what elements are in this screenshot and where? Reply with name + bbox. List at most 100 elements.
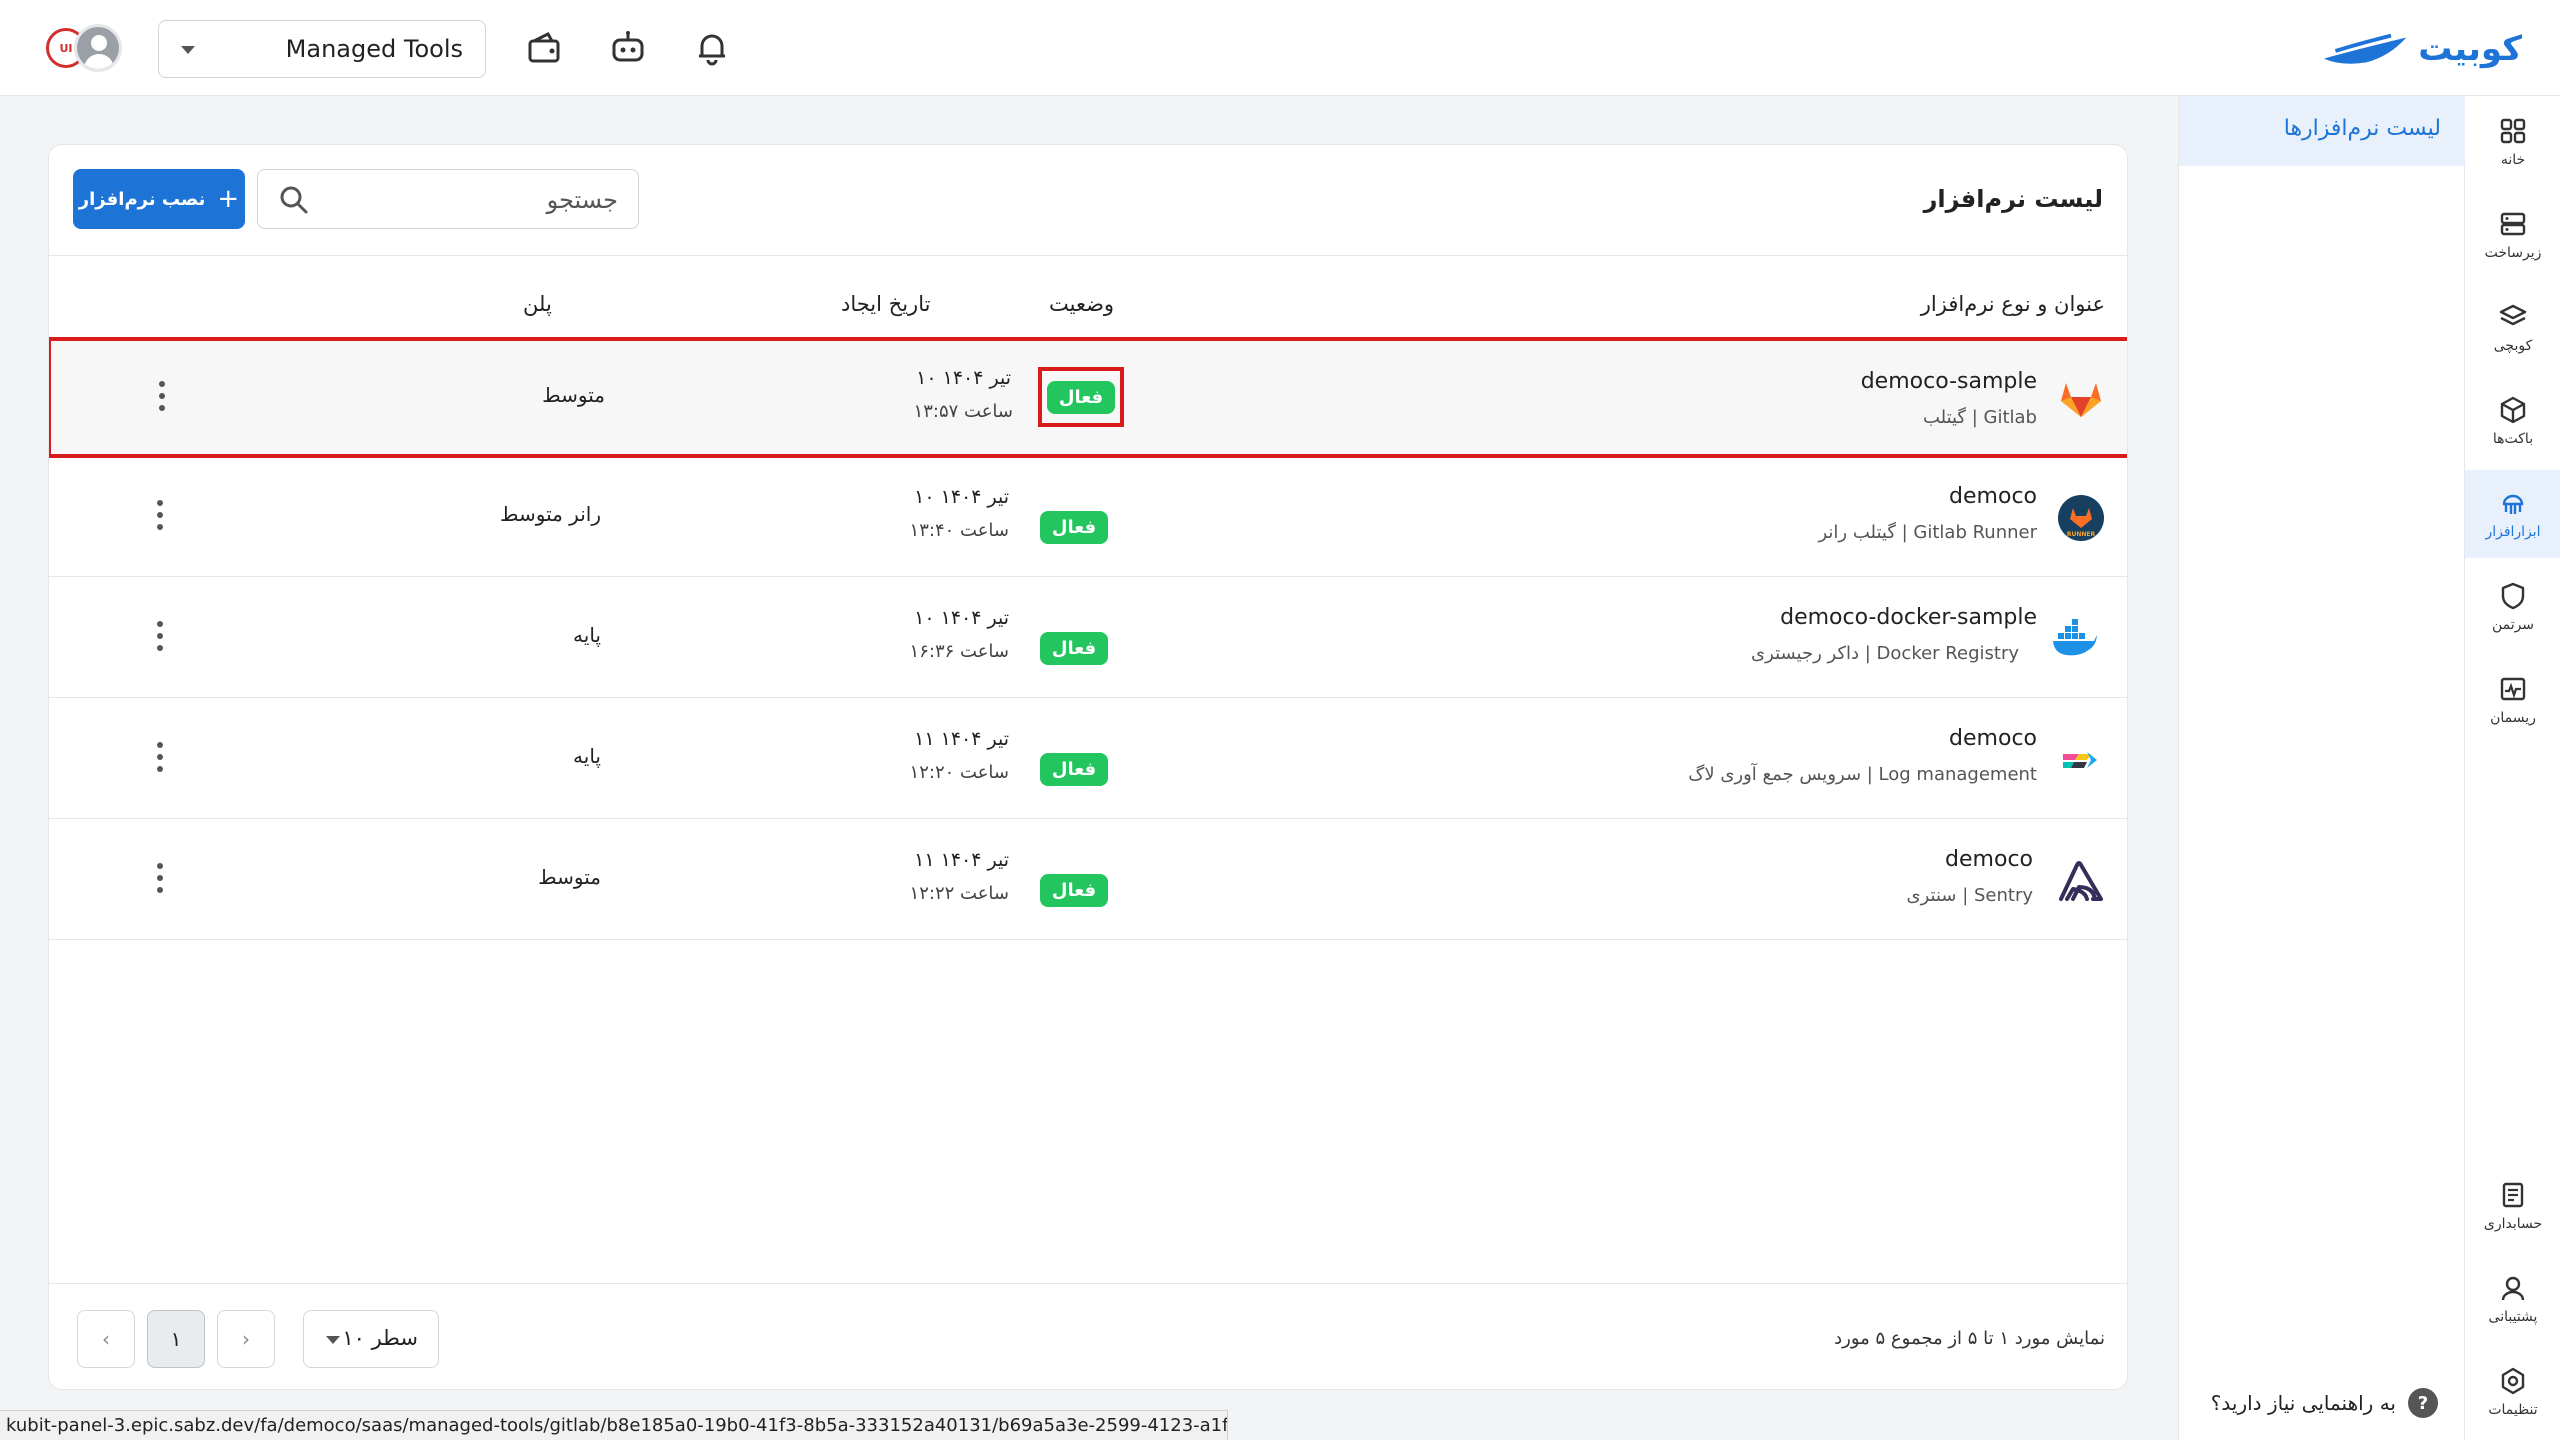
- table-row[interactable]: democo-sample گیتلب | Gitlab فعال ۱۰ تیر…: [49, 337, 2127, 458]
- software-name: democo: [1945, 847, 2033, 872]
- created-date: ۱۱ تیر ۱۴۰۴: [914, 849, 1009, 871]
- table-row[interactable]: RUNNER democo گیتلب رانر | Gitlab Runner…: [49, 456, 2127, 577]
- user-menu[interactable]: UI: [46, 24, 124, 72]
- layers-icon: [2499, 304, 2527, 326]
- logo[interactable]: کوبیت: [2322, 24, 2522, 74]
- plan-value: متوسط: [542, 383, 605, 407]
- next-page-button[interactable]: ‹: [77, 1310, 135, 1368]
- status-cell: فعال: [1032, 859, 1116, 921]
- table-row[interactable]: democo-docker-sample داکر رجیستری | Dock…: [49, 577, 2127, 698]
- sidebar-item-kubchi[interactable]: کوبچی: [2465, 284, 2560, 372]
- grid-icon: [2500, 118, 2526, 144]
- top-bar: UI Managed Tools کوبیت: [0, 0, 2560, 96]
- accounting-icon: [2502, 1182, 2524, 1208]
- search-input[interactable]: جستجو: [257, 169, 639, 229]
- software-type: سرویس جمع آوری لاگ | Log management: [1688, 764, 2037, 785]
- avatar[interactable]: [74, 24, 122, 72]
- software-name: democo: [1949, 726, 2037, 751]
- created-time: ساعت ۱۳:۴۰: [909, 520, 1009, 541]
- sidebar-item-label: ریسمان: [2490, 710, 2536, 726]
- rows-per-page-value: ۱۰ سطر: [342, 1326, 418, 1350]
- status-badge: فعال: [1046, 380, 1116, 414]
- robot-icon[interactable]: [608, 28, 648, 68]
- project-select-value: Managed Tools: [285, 35, 463, 63]
- help-link[interactable]: به راهنمایی نیاز دارید؟ ?: [2211, 1388, 2438, 1418]
- gitlab-icon: [2061, 383, 2101, 417]
- search-placeholder: جستجو: [546, 186, 618, 214]
- plan-value: رانر متوسط: [500, 502, 601, 526]
- sidebar-item-label: پشتیبانی: [2488, 1309, 2538, 1325]
- software-type: گیتلب | Gitlab: [1922, 407, 2037, 428]
- wallet-icon[interactable]: [524, 28, 564, 68]
- column-header-plan: پلن: [523, 292, 552, 316]
- sidebar-item-label: کوبچی: [2493, 338, 2533, 354]
- help-text: به راهنمایی نیاز دارید؟: [2210, 1391, 2396, 1415]
- sidebar-item-buckets[interactable]: باکت‌ها: [2465, 377, 2560, 465]
- question-icon: ?: [2408, 1388, 2438, 1418]
- rows-per-page-select[interactable]: ۱۰ سطر: [303, 1310, 439, 1368]
- status-highlight-box: فعال: [1038, 367, 1124, 427]
- sidebar-item-support[interactable]: پشتیبانی: [2465, 1255, 2560, 1343]
- sidebar-item-label: حسابداری: [2483, 1216, 2543, 1232]
- sidebar-item-home[interactable]: خانه: [2465, 98, 2560, 186]
- column-header-status: وضعیت: [1049, 292, 1115, 316]
- table-row[interactable]: democo سنتری | Sentry فعال ۱۱ تیر ۱۴۰۴ س…: [49, 819, 2127, 940]
- sentry-icon: [2059, 861, 2103, 901]
- chevron-down-icon: [181, 46, 195, 54]
- pagination-bar: ‹ ۱ › ۱۰ سطر نمایش مورد ۱ تا ۵ از مجموع …: [49, 1283, 2127, 1389]
- gitlab-runner-icon: RUNNER: [2058, 495, 2104, 541]
- status-badge: فعال: [1039, 510, 1109, 544]
- status-badge: فعال: [1039, 631, 1109, 665]
- url-status-bar: kubit-panel-3.epic.sabz.dev/fa/democo/sa…: [0, 1410, 1228, 1440]
- created-time: ساعت ۱۳:۵۷: [913, 401, 1013, 422]
- svg-text:RUNNER: RUNNER: [2067, 531, 2096, 538]
- install-button-label: نصب نرم‌افزار: [78, 188, 206, 210]
- software-name: democo-docker-sample: [1780, 605, 2037, 630]
- row-menu-icon[interactable]: [155, 500, 165, 530]
- plan-value: پایه: [573, 744, 601, 768]
- page-button-current[interactable]: ۱: [147, 1310, 205, 1368]
- table-row[interactable]: democo سرویس جمع آوری لاگ | Log manageme…: [49, 698, 2127, 819]
- column-header-title: عنوان و نوع نرم‌افزار: [1920, 292, 2105, 316]
- software-type: گیتلب رانر | Gitlab Runner: [1818, 522, 2037, 543]
- shield-icon: [2501, 582, 2525, 610]
- row-menu-icon[interactable]: [155, 863, 165, 893]
- logo-text: کوبیت: [2418, 29, 2522, 69]
- software-type: داکر رجیستری | Docker Registry: [1751, 643, 2019, 664]
- tools-icon: [2502, 494, 2524, 514]
- software-name: democo: [1949, 484, 2037, 509]
- row-menu-icon[interactable]: [155, 621, 165, 651]
- created-time: ساعت ۱۶:۳۶: [909, 641, 1009, 662]
- sidebar-item-infrastructure[interactable]: زیرساخت: [2465, 191, 2560, 279]
- software-name: democo-sample: [1860, 369, 2037, 394]
- created-time: ساعت ۱۲:۲۲: [909, 883, 1009, 904]
- created-date: ۱۱ تیر ۱۴۰۴: [914, 728, 1009, 750]
- plus-icon: +: [217, 184, 240, 214]
- sidebar-item-accounting[interactable]: حسابداری: [2465, 1162, 2560, 1250]
- sidebar-item-tools[interactable]: ابزارافزار: [2465, 470, 2560, 558]
- prev-page-button[interactable]: ›: [217, 1310, 275, 1368]
- sidebar-item-label: ابزارافزار: [2485, 524, 2541, 540]
- sub-navigation: لیست نرم‌افزارها به راهنمایی نیاز دارید؟…: [2178, 96, 2465, 1440]
- sidebar-item-label: سرتمن: [2491, 617, 2535, 633]
- page-title: لیست نرم‌افزار: [1923, 185, 2103, 213]
- bell-icon[interactable]: [692, 28, 732, 68]
- box-icon: [2500, 396, 2526, 424]
- search-icon: [280, 186, 308, 214]
- chevron-down-icon: [326, 1336, 340, 1344]
- sidebar-item-monitoring[interactable]: ریسمان: [2465, 656, 2560, 744]
- plan-value: پایه: [573, 623, 601, 647]
- monitor-icon: [2500, 677, 2526, 701]
- sidebar-item-label: زیرساخت: [2484, 245, 2542, 261]
- install-software-button[interactable]: نصب نرم‌افزار +: [73, 169, 245, 229]
- project-select[interactable]: Managed Tools: [158, 20, 486, 78]
- sidebar-item-settings[interactable]: تنظیمات: [2465, 1348, 2560, 1436]
- elastic-icon: [2063, 752, 2097, 768]
- subnav-item-software-list[interactable]: لیست نرم‌افزارها: [2179, 96, 2465, 166]
- row-menu-icon[interactable]: [157, 381, 167, 411]
- sidebar-item-security[interactable]: سرتمن: [2465, 563, 2560, 651]
- status-badge: فعال: [1039, 873, 1109, 907]
- sidebar: خانه زیرساخت کوبچی باکت‌ها ابزارافزار سر…: [2464, 96, 2560, 1440]
- row-menu-icon[interactable]: [155, 742, 165, 772]
- software-list-card: لیست نرم‌افزار جستجو نصب نرم‌افزار + عنو…: [48, 144, 2128, 1390]
